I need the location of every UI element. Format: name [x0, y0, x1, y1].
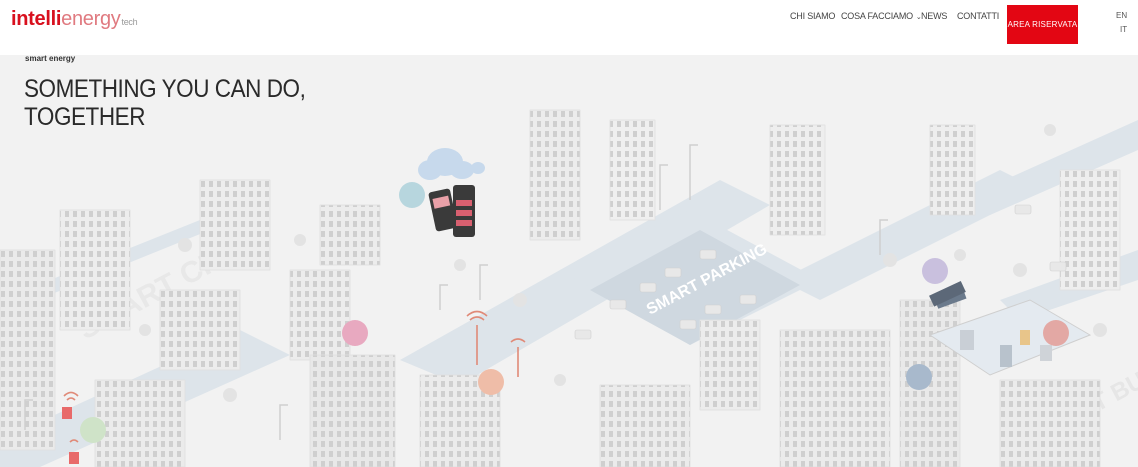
area-riservata-button[interactable]: AREA RISERVATA [1007, 5, 1078, 44]
nav-cosa-facciamo[interactable]: COSA FACCIAMO ⌄ [841, 11, 922, 21]
brand-logo[interactable]: intellienergytech [11, 8, 138, 31]
hero-headline-line1: SOMETHING YOU CAN DO, [24, 75, 306, 103]
nav-chi-siamo[interactable]: CHI SIAMO [790, 11, 835, 21]
logo-text-intelli: intelli [11, 8, 62, 30]
hero-headline: SOMETHING YOU CAN DO, TOGETHER [24, 75, 306, 131]
nav-cosa-facciamo-label: COSA FACCIAMO [841, 11, 913, 21]
lang-en-link[interactable]: EN [1116, 11, 1127, 20]
nav-contatti[interactable]: CONTATTI [957, 11, 999, 21]
nav-news[interactable]: NEWS [921, 11, 947, 21]
lang-it-link[interactable]: IT [1120, 25, 1127, 34]
site-header: intellienergytech CHI SIAMO COSA FACCIAM… [0, 0, 1138, 55]
hero-headline-line2: TOGETHER [24, 103, 146, 131]
hero-illustration: SMART PARKING SMART CITY SMART BUILDING [0, 55, 1138, 467]
logo-text-energy: energy [61, 8, 121, 30]
logo-text-tech: tech [121, 17, 138, 27]
hero-tagline: smart energy [25, 54, 76, 63]
